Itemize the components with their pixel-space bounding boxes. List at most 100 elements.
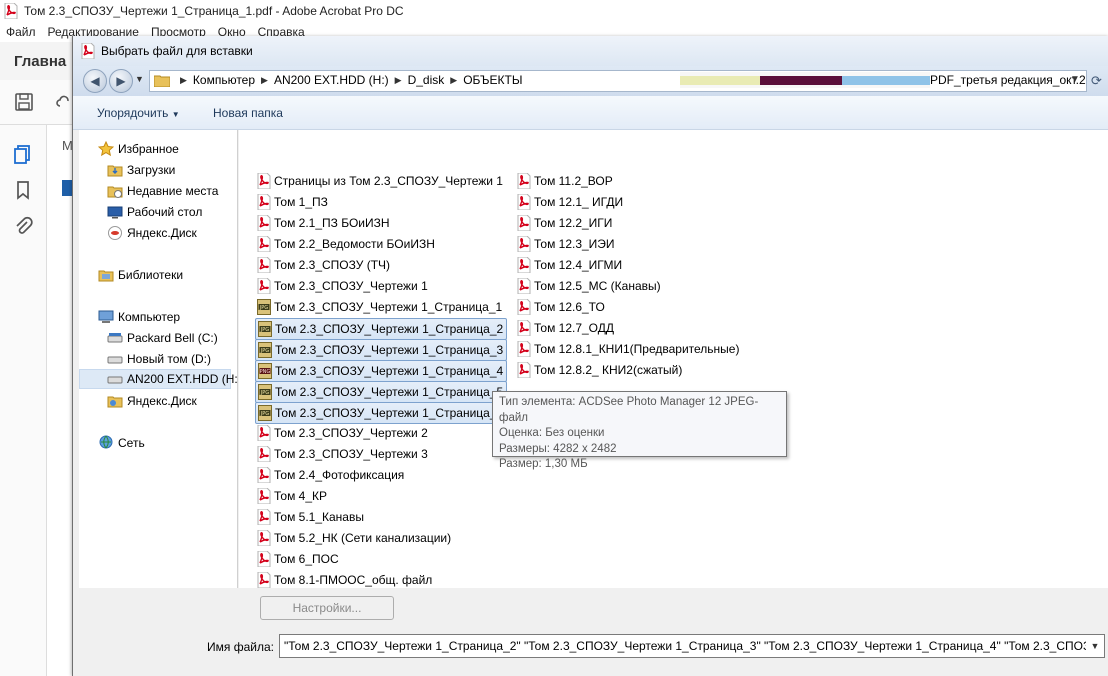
svg-text:JPG: JPG [260, 327, 269, 333]
file-item[interactable]: Том 2.3_СПОЗУ_Чертежи 1 [255, 276, 431, 296]
file-item[interactable]: JPG Том 2.3_СПОЗУ_Чертежи 1_Страница_2 [255, 318, 508, 340]
nav-network[interactable]: Сеть [98, 433, 145, 453]
nav-libraries[interactable]: Библиотеки [98, 265, 183, 285]
nav-computer[interactable]: Компьютер [98, 307, 180, 327]
tooltip-size: Размер: 1,30 МБ [499, 458, 588, 470]
file-item[interactable]: Том 12.4_ИГМИ [515, 255, 625, 275]
address-status: PDF_третья редакция_окт.2020 [930, 73, 1086, 87]
file-item[interactable]: Том 2.3_СПОЗУ_Чертежи 3 [255, 444, 431, 464]
nav-yandex-disk-2[interactable]: Яндекс.Диск [107, 391, 197, 411]
pdf-file-icon [517, 319, 531, 337]
svg-text:JPG: JPG [260, 348, 269, 354]
file-item[interactable]: Том 12.7_ОДД [515, 318, 617, 338]
nav-drive-d[interactable]: Новый том (D:) [107, 349, 211, 369]
file-item[interactable]: Том 6_ПОС [255, 549, 342, 569]
nav-recent-places[interactable]: Недавние места [107, 181, 218, 201]
file-item[interactable]: Том 5.1_Канавы [255, 507, 367, 527]
file-item[interactable]: Том 12.8.2_ КНИ2(сжатый) [515, 360, 685, 380]
file-name: Том 2.3_СПОЗУ_Чертежи 1_Страница_3 [275, 343, 504, 357]
file-item[interactable]: Том 2.1_ПЗ БОиИЗН [255, 213, 393, 233]
cloud-icon[interactable] [56, 94, 72, 110]
file-item[interactable]: Том 2.4_Фотофиксация [255, 465, 407, 485]
file-name: Том 4_КР [274, 489, 327, 503]
save-icon[interactable] [14, 92, 34, 112]
filename-input[interactable]: "Том 2.3_СПОЗУ_Чертежи 1_Страница_2" "То… [279, 634, 1105, 658]
file-item[interactable]: JPG Том 2.3_СПОЗУ_Чертежи 1_Страница_1 [255, 297, 505, 317]
pages-icon[interactable] [12, 143, 34, 165]
file-item[interactable]: JPG Том 2.3_СПОЗУ_Чертежи 1_Страница_5 [255, 381, 508, 403]
tooltip-type: Тип элемента: ACDSee Photo Manager 12 JP… [499, 396, 759, 424]
nav-yandex-disk[interactable]: Яндекс.Диск [107, 223, 197, 243]
pdf-file-icon [257, 235, 271, 253]
menu-file[interactable]: Файл [0, 25, 42, 39]
dialog-title: Выбрать файл для вставки [101, 44, 253, 58]
nav-desktop[interactable]: Рабочий стол [107, 202, 202, 222]
app-tabbar: Главна [0, 42, 72, 81]
file-name: Том 2.4_Фотофиксация [274, 468, 405, 482]
pdf-file-icon [517, 235, 531, 253]
file-name: Том 12.7_ОДД [534, 321, 615, 335]
settings-button[interactable]: Настройки... [260, 596, 394, 620]
file-item[interactable]: Том 5.2_НК (Сети канализации) [255, 528, 454, 548]
file-item[interactable]: Том 8.1-ПМООС_общ. файл [255, 570, 435, 588]
file-item[interactable]: Том 12.8.1_КНИ1(Предварительные) [515, 339, 742, 359]
pdf-file-icon [257, 172, 271, 190]
crumb-separator-icon[interactable]: ▶ [395, 75, 402, 86]
pane-splitter[interactable] [237, 130, 238, 588]
filename-dropdown-icon[interactable]: ▼ [1086, 635, 1104, 657]
crumb-objects[interactable]: ОБЪЕКТЫ [463, 73, 522, 87]
nav-drive-h[interactable]: AN200 EXT.HDD (H: [79, 369, 238, 389]
home-tab[interactable]: Главна [14, 53, 66, 70]
nav-item-label: Яндекс.Диск [127, 226, 197, 240]
file-list: Страницы из Том 2.3_СПОЗУ_Чертежи 1 Том 1… [239, 130, 1108, 588]
pdf-icon [81, 43, 95, 59]
crumb-d-disk[interactable]: D_disk [408, 73, 445, 87]
file-item[interactable]: Страницы из Том 2.3_СПОЗУ_Чертежи 1 [255, 171, 506, 191]
drive-icon [107, 351, 123, 367]
new-folder-button[interactable]: Новая папка [213, 106, 283, 120]
file-item[interactable]: Том 12.3_ИЭИ [515, 234, 618, 254]
bookmark-icon[interactable] [12, 179, 34, 201]
refresh-icon[interactable]: ⟳ [1091, 73, 1102, 89]
jpg-file-icon: JPG [258, 405, 272, 421]
forward-button[interactable]: ▶ [109, 69, 133, 93]
attachment-icon[interactable] [12, 215, 34, 237]
address-bar[interactable]: ▶ Компьютер ▶ AN200 EXT.HDD (H:) ▶ D_dis… [149, 70, 1087, 92]
file-item[interactable]: Том 1_ПЗ [255, 192, 331, 212]
file-item[interactable]: PNG Том 2.3_СПОЗУ_Чертежи 1_Страница_4 [255, 360, 508, 382]
file-item[interactable]: Том 12.6_ТО [515, 297, 608, 317]
file-item[interactable]: Том 2.2_Ведомости БОиИЗН [255, 234, 438, 254]
organize-button[interactable]: Упорядочить ▼ [97, 106, 180, 120]
crumb-separator-icon[interactable]: ▶ [261, 75, 268, 86]
jpg-file-icon: JPG [258, 321, 272, 337]
file-name: Том 2.3_СПОЗУ_Чертежи 1_Страница_2 [275, 322, 504, 336]
pdf-file-icon [257, 571, 271, 588]
nav-favorites[interactable]: Избранное [97, 139, 179, 159]
nav-downloads[interactable]: Загрузки [107, 160, 175, 180]
desktop-icon [107, 204, 123, 220]
nav-drive-c[interactable]: Packard Bell (C:) [107, 328, 218, 348]
file-item[interactable]: Том 2.3_СПОЗУ_Чертежи 2 [255, 423, 431, 443]
crumb-computer[interactable]: Компьютер [193, 73, 255, 87]
file-item[interactable]: Том 4_КР [255, 486, 330, 506]
address-dropdown-icon[interactable]: ▼ [1070, 74, 1080, 85]
history-dropdown-icon[interactable]: ▼ [135, 74, 144, 84]
pdf-file-icon [517, 277, 531, 295]
crumb-drive[interactable]: AN200 EXT.HDD (H:) [274, 73, 389, 87]
back-button[interactable]: ◀ [83, 69, 107, 93]
insert-file-dialog: Выбрать файл для вставки ◀ ▶ ▼ ▶ Компьют… [72, 36, 1108, 676]
file-item[interactable]: Том 11.2_ВОР [515, 171, 616, 191]
nav-item-label: Недавние места [127, 184, 219, 198]
file-item[interactable]: JPG Том 2.3_СПОЗУ_Чертежи 1_Страница_3 [255, 339, 508, 361]
file-item[interactable]: Том 12.5_МС (Канавы) [515, 276, 664, 296]
panel-button[interactable] [62, 180, 72, 196]
file-name: Том 5.2_НК (Сети канализации) [274, 531, 452, 545]
file-item[interactable]: JPG Том 2.3_СПОЗУ_Чертежи 1_Страница_6 [255, 402, 508, 424]
crumb-separator-icon[interactable]: ▶ [450, 75, 457, 86]
file-item[interactable]: Том 12.2_ИГИ [515, 213, 615, 233]
file-item[interactable]: Том 2.3_СПОЗУ (ТЧ) [255, 255, 393, 275]
downloads-folder-icon [107, 162, 123, 178]
file-item[interactable]: Том 12.1_ ИГДИ [515, 192, 626, 212]
computer-icon [98, 309, 114, 325]
svg-text:JPG: JPG [259, 305, 268, 311]
